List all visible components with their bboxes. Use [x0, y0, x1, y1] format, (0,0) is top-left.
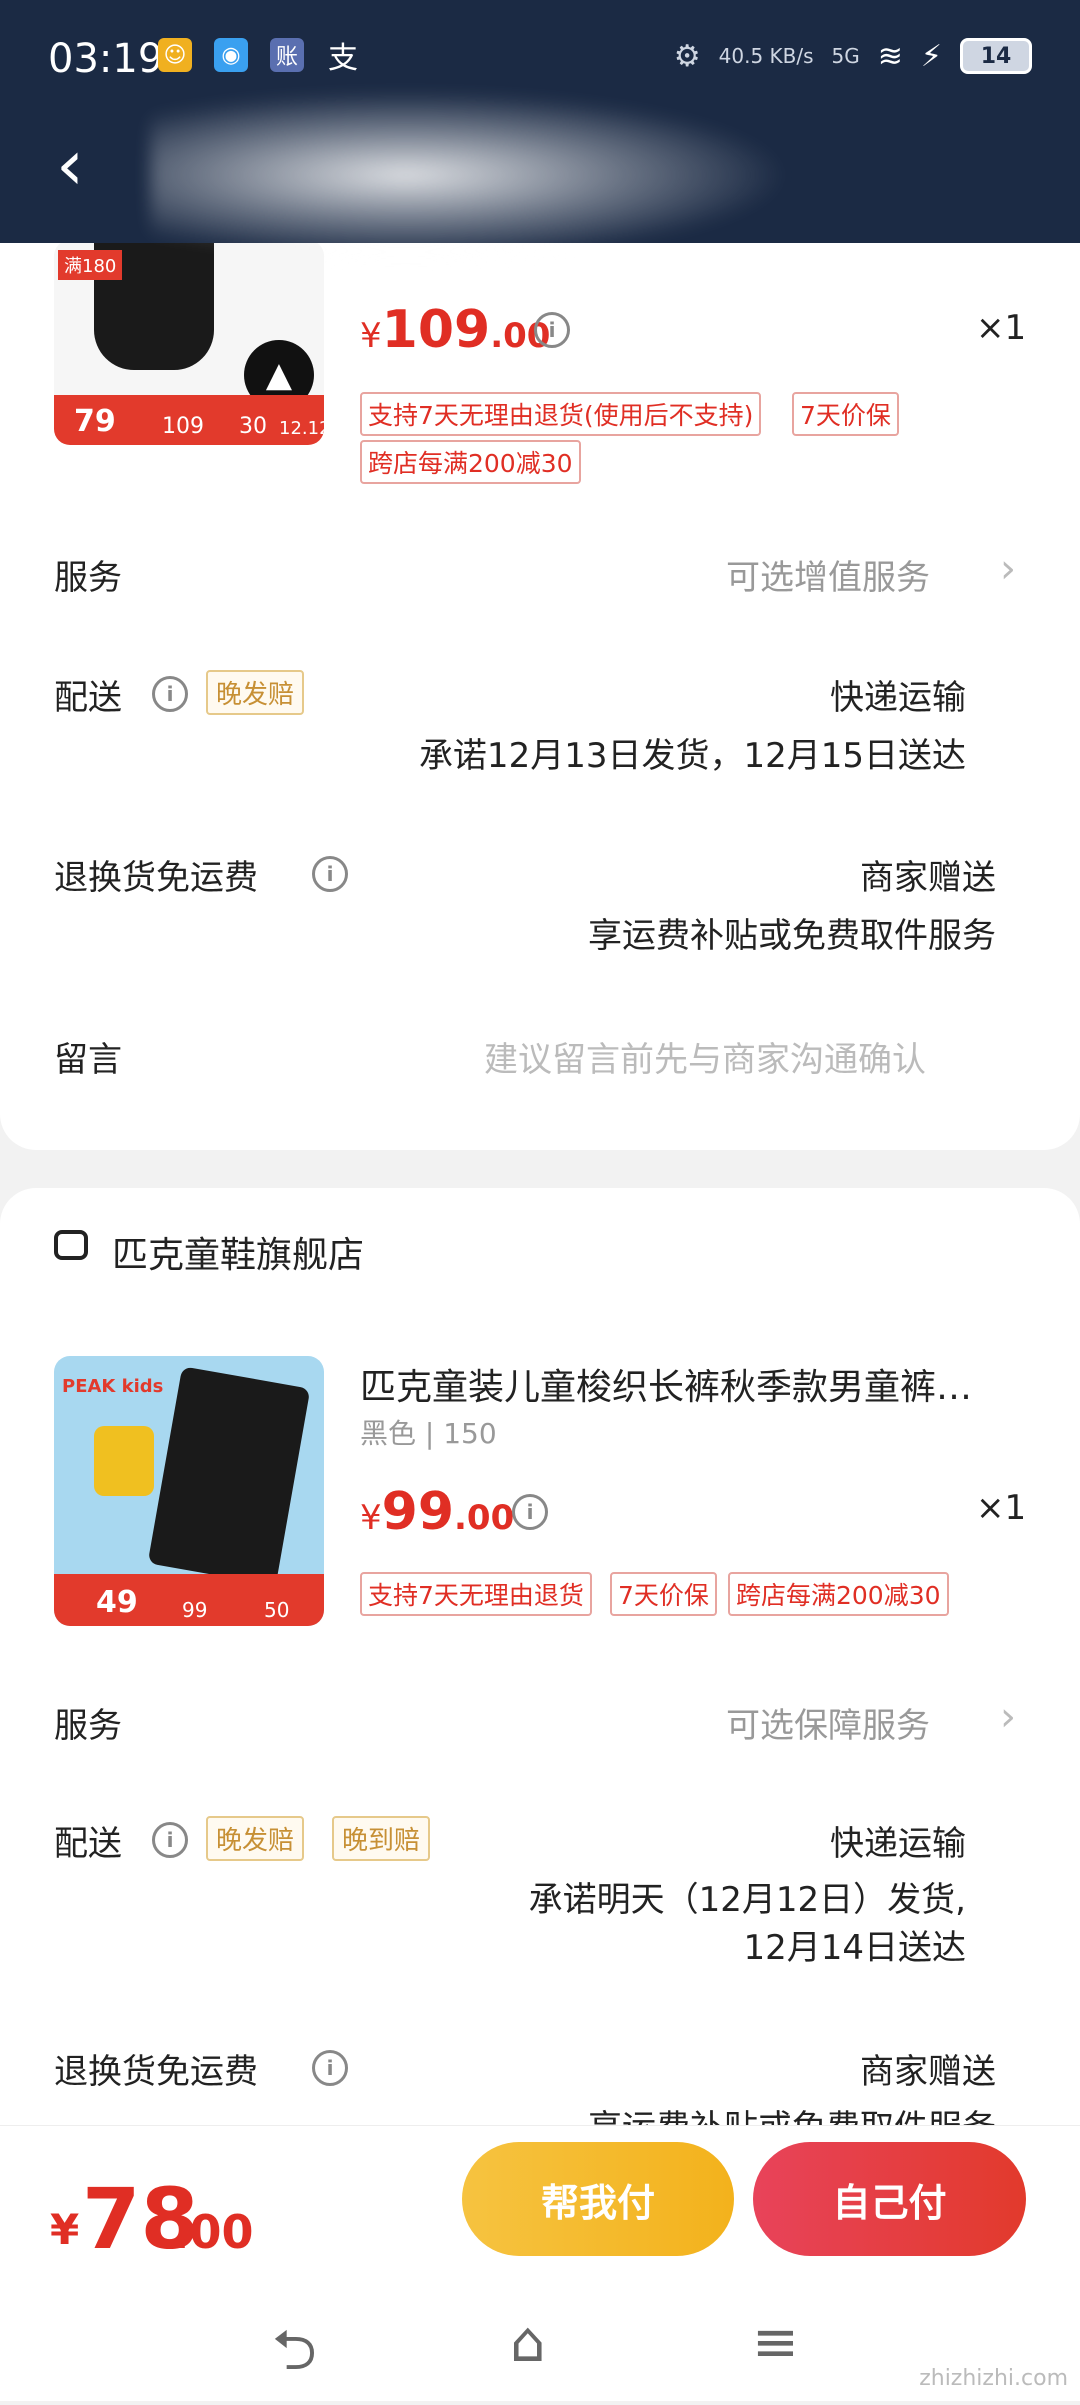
service-value[interactable]: 可选增值服务 — [726, 550, 930, 599]
service-value[interactable]: 可选保障服务 — [726, 1698, 930, 1747]
menu-nav-icon[interactable]: ≡ — [752, 2310, 799, 2375]
return-value-1: 商家赠送 — [860, 858, 996, 898]
return-info-icon[interactable]: i — [312, 2050, 348, 2086]
service-label: 服务 — [54, 558, 122, 598]
thumb-date: 12.12 — [279, 418, 324, 439]
thumb-value: 50 — [264, 1598, 290, 1622]
quantity: ×1 — [976, 1488, 1027, 1528]
thumb-price: 49 — [96, 1585, 138, 1620]
charging-icon: ⚡ — [920, 38, 942, 74]
qq-icon: ◉ — [214, 38, 248, 72]
total-decimal: .00 — [172, 2205, 254, 2259]
chevron-left-icon: ‹ — [56, 124, 84, 206]
product-thumbnail[interactable]: PEAK kids 49 99 50 — [54, 1356, 324, 1626]
product-price: ¥109.00 — [360, 300, 550, 360]
app-icon: ☺ — [158, 38, 192, 72]
return-value-1: 商家赠送 — [860, 2052, 996, 2092]
store-icon — [54, 1230, 88, 1260]
late-ship-tag: 晚发赔 — [206, 670, 305, 715]
battery-indicator: 14 — [960, 38, 1032, 74]
net-speed: 40.5 KB/s — [718, 44, 814, 68]
price-info-icon[interactable]: i — [512, 1494, 548, 1530]
delivery-info-icon[interactable]: i — [152, 676, 188, 712]
price-integer: 109 — [381, 300, 491, 360]
service-label: 服务 — [54, 1706, 122, 1746]
thumb-badge: 满180 — [58, 250, 123, 280]
price-symbol: ¥ — [360, 1498, 382, 1538]
chevron-right-icon[interactable]: › — [1000, 546, 1016, 592]
notification-icons: ☺ ◉ 账 支 — [158, 38, 360, 76]
return-label: 退换货免运费 — [54, 2052, 258, 2092]
message-label: 留言 — [54, 1040, 122, 1080]
tag-return-policy: 支持7天无理由退货 — [360, 1572, 592, 1616]
price-info-icon[interactable]: i — [534, 312, 570, 348]
system-status: ⚙ 40.5 KB/s 5G ≋ ⚡ 14 — [674, 38, 1032, 74]
tag-discount: 跨店每满200减30 — [728, 1572, 949, 1616]
signal-label: 5G — [831, 44, 860, 68]
delivery-promise-2: 12月14日送达 — [743, 1928, 966, 1968]
quantity: ×1 — [976, 308, 1027, 348]
tag-price-protect: 7天价保 — [610, 1572, 717, 1616]
product-variant[interactable]: 黑色 | 150 — [360, 1412, 497, 1452]
delivery-label: 配送 — [54, 678, 122, 718]
tag-return-policy: 支持7天无理由退货(使用后不支持) — [360, 392, 762, 436]
thumb-value: 109 — [162, 414, 204, 439]
help-pay-button[interactable]: 帮我付 — [462, 2142, 734, 2256]
delivery-label: 配送 — [54, 1824, 122, 1864]
home-nav-icon[interactable]: ⌂ — [510, 2310, 546, 2375]
price-symbol: ¥ — [360, 316, 382, 356]
delivery-promise-1: 承诺明天（12月12日）发货, — [528, 1880, 966, 1920]
order-card-1: ▲ 满180 79 109 30 12.12 ¥109.00 i ×1 支持7天… — [0, 150, 1080, 1150]
product-title[interactable]: 匹克童装儿童梭织长裤秋季款男童裤… — [360, 1358, 972, 1410]
total-symbol: ¥ — [50, 2205, 80, 2254]
return-value-2: 享运费补贴或免费取件服务 — [588, 916, 996, 956]
price-decimal: .00 — [454, 1498, 515, 1538]
alipay-icon: 支 — [328, 41, 358, 76]
store-name[interactable]: 匹克童鞋旗舰店 — [112, 1226, 364, 1278]
thumb-brand: PEAK kids — [62, 1376, 164, 1397]
price-integer: 99 — [381, 1482, 455, 1542]
self-pay-button[interactable]: 自己付 — [753, 2142, 1026, 2256]
thumb-value: 99 — [182, 1598, 208, 1622]
status-time: 03:19 — [48, 36, 164, 82]
product-price: ¥99.00 — [360, 1482, 514, 1542]
chevron-right-icon[interactable]: › — [1000, 1694, 1016, 1740]
tag-discount: 跨店每满200减30 — [360, 440, 581, 484]
delivery-method: 快递运输 — [830, 1824, 966, 1864]
watermark: zhizhizhi.com — [919, 2366, 1068, 2391]
late-arrival-tag: 晚到赔 — [332, 1816, 431, 1861]
tag-price-protect: 7天价保 — [792, 392, 899, 436]
redacted-scribble — [150, 90, 790, 260]
delivery-info-icon[interactable]: i — [152, 1822, 188, 1858]
wifi-icon: ≋ — [877, 38, 903, 74]
message-input[interactable]: 建议留言前先与商家沟通确认 — [484, 1032, 926, 1081]
thumb-pants — [147, 1366, 311, 1586]
thumb-price: 79 — [74, 404, 116, 439]
gear-icon: ⚙ — [673, 38, 701, 74]
thumb-camera — [94, 1426, 154, 1496]
order-card-2: 匹克童鞋旗舰店 PEAK kids 49 99 50 匹克童装儿童梭织长裤秋季款… — [0, 1188, 1080, 2188]
back-button[interactable]: ‹ — [56, 130, 96, 200]
app-icon: 账 — [270, 38, 304, 72]
return-info-icon[interactable]: i — [312, 856, 348, 892]
product-thumbnail[interactable]: ▲ 满180 79 109 30 12.12 — [54, 240, 324, 445]
return-label: 退换货免运费 — [54, 858, 258, 898]
late-ship-tag: 晚发赔 — [206, 1816, 305, 1861]
delivery-method: 快递运输 — [830, 678, 966, 718]
delivery-promise: 承诺12月13日发货，12月15日送达 — [418, 736, 966, 776]
thumb-value: 30 — [239, 414, 267, 439]
back-nav-icon[interactable]: ⮌ — [272, 2310, 317, 2405]
